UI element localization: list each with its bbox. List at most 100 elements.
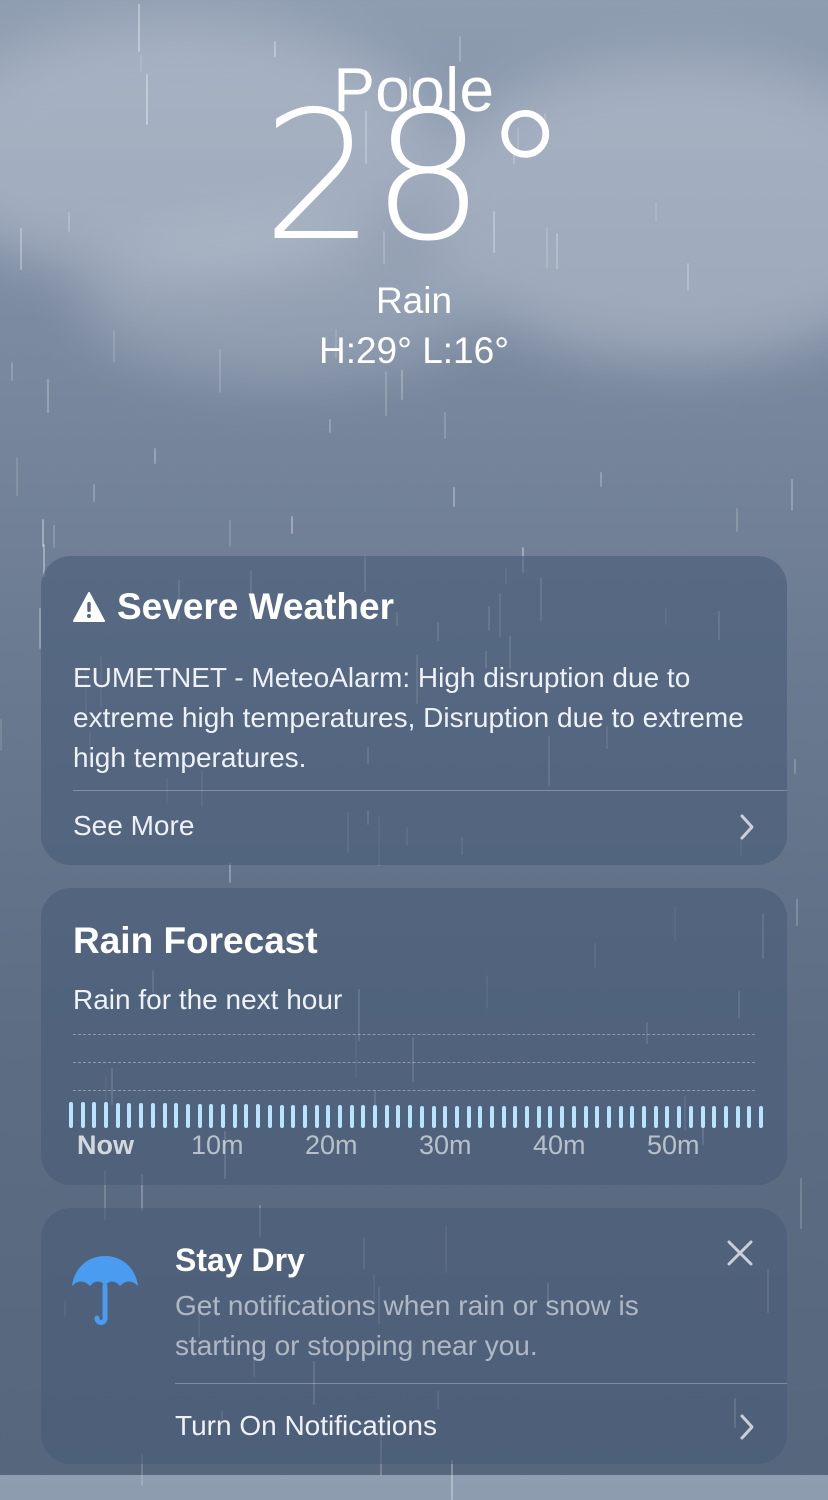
precipitation-bar	[221, 1103, 226, 1128]
stay-dry-message: Get notifications when rain or snow is s…	[175, 1290, 639, 1361]
precipitation-bar	[501, 1105, 506, 1128]
precipitation-bar	[326, 1105, 331, 1128]
chevron-right-icon[interactable]	[737, 812, 757, 842]
precipitation-bar	[408, 1105, 413, 1128]
precipitation-bar	[209, 1103, 214, 1128]
precipitation-bar	[536, 1105, 541, 1128]
precipitation-bar	[419, 1105, 424, 1128]
precipitation-bar	[571, 1105, 576, 1128]
raindrop	[799, 1178, 802, 1230]
precipitation-bar	[723, 1105, 728, 1128]
precipitation-bar	[314, 1105, 319, 1128]
stay-dry-title: Stay Dry	[175, 1242, 305, 1278]
raindrop	[600, 471, 603, 488]
chevron-right-icon[interactable]	[737, 1412, 757, 1442]
raindrop	[790, 479, 793, 511]
precipitation-bar	[618, 1105, 623, 1128]
time-label: 40m	[533, 1130, 586, 1160]
precipitation-bar	[69, 1102, 73, 1128]
stay-dry-card: Stay Dry Get notifications when rain or …	[41, 1208, 787, 1464]
rain-forecast-title: Rain Forecast	[73, 920, 318, 961]
precipitation-bar	[688, 1105, 693, 1128]
weather-condition: Rain	[375, 280, 453, 321]
precipitation-bar	[700, 1105, 705, 1128]
precipitation-bar	[115, 1102, 120, 1128]
precipitation-bar	[337, 1105, 342, 1128]
rain-forecast-subtitle: Rain for the next hour	[73, 984, 343, 1015]
rain-forecast-card[interactable]: Rain Forecast Rain for the next hour Now…	[41, 888, 787, 1185]
precipitation-bar	[653, 1105, 658, 1128]
precipitation-bar	[349, 1105, 354, 1128]
time-label-now: Now	[77, 1130, 134, 1160]
severe-weather-message: EUMETNET - MeteoAlarm: High disruption d…	[73, 662, 744, 773]
precipitation-bar	[548, 1105, 553, 1128]
turn-on-notifications-button[interactable]: Turn On Notifications	[175, 1410, 437, 1442]
precipitation-bar	[92, 1102, 97, 1128]
severe-weather-title: Severe Weather	[117, 586, 394, 627]
precipitation-bar	[104, 1102, 109, 1128]
raindrop	[15, 456, 18, 496]
gridline	[73, 1034, 755, 1035]
precipitation-bar	[256, 1104, 261, 1128]
precipitation-bar	[747, 1105, 752, 1128]
precipitation-bar	[606, 1105, 611, 1128]
precipitation-bar	[279, 1104, 284, 1128]
precipitation-bar	[513, 1105, 518, 1128]
see-more-link[interactable]: See More	[73, 810, 194, 842]
precipitation-bar	[443, 1105, 448, 1128]
raindrop	[93, 483, 96, 503]
precipitation-bar	[396, 1105, 401, 1128]
precipitation-bar	[139, 1102, 144, 1128]
precipitation-bar	[478, 1105, 483, 1128]
precipitation-bar	[162, 1103, 167, 1128]
raindrop	[451, 1460, 454, 1500]
precipitation-bar	[291, 1104, 296, 1128]
precipitation-bar	[373, 1105, 378, 1128]
precipitation-bar	[302, 1105, 307, 1128]
precipitation-bar	[642, 1105, 647, 1128]
precipitation-bar	[595, 1105, 600, 1128]
precipitation-bar	[735, 1105, 740, 1128]
precipitation-bar	[80, 1102, 85, 1128]
umbrella-icon	[72, 1256, 138, 1325]
gridline	[73, 1062, 755, 1063]
precipitation-bar	[232, 1104, 237, 1128]
raindrop	[291, 516, 294, 534]
divider	[175, 1383, 787, 1384]
raindrop	[154, 448, 157, 464]
precipitation-bar	[630, 1105, 635, 1128]
raindrop	[228, 863, 231, 883]
raindrop	[452, 487, 455, 508]
raindrop	[329, 418, 332, 433]
precipitation-bar	[384, 1105, 389, 1128]
time-label: 50m	[647, 1130, 700, 1160]
precipitation-bar	[185, 1103, 190, 1128]
precipitation-bar	[267, 1104, 272, 1128]
precipitation-bar	[712, 1105, 717, 1128]
time-label: 20m	[305, 1130, 358, 1160]
precipitation-bar	[583, 1105, 588, 1128]
precipitation-bars	[69, 1088, 763, 1128]
precipitation-bar	[197, 1103, 202, 1128]
current-temperature: 28°	[262, 73, 570, 280]
close-icon[interactable]	[725, 1238, 755, 1268]
raindrop	[42, 518, 45, 547]
raindrop	[794, 758, 797, 775]
severe-weather-card[interactable]: Severe Weather EUMETNET - MeteoAlarm: Hi…	[41, 556, 787, 865]
raindrop	[796, 898, 799, 926]
raindrop	[401, 369, 404, 400]
precipitation-bar	[525, 1105, 530, 1128]
precipitation-bar	[677, 1105, 682, 1128]
precipitation-bar	[127, 1102, 132, 1128]
precipitation-bar	[244, 1104, 249, 1128]
precipitation-bar	[759, 1105, 763, 1128]
high-low-temperature: H:29° L:16°	[318, 330, 510, 371]
precipitation-bar	[454, 1105, 459, 1128]
precipitation-bar	[431, 1105, 436, 1128]
precipitation-bar	[560, 1105, 565, 1128]
precipitation-bar	[174, 1103, 179, 1128]
time-label: 10m	[191, 1130, 244, 1160]
divider	[73, 790, 787, 791]
precipitation-bar	[466, 1105, 471, 1128]
raindrop	[444, 411, 447, 440]
